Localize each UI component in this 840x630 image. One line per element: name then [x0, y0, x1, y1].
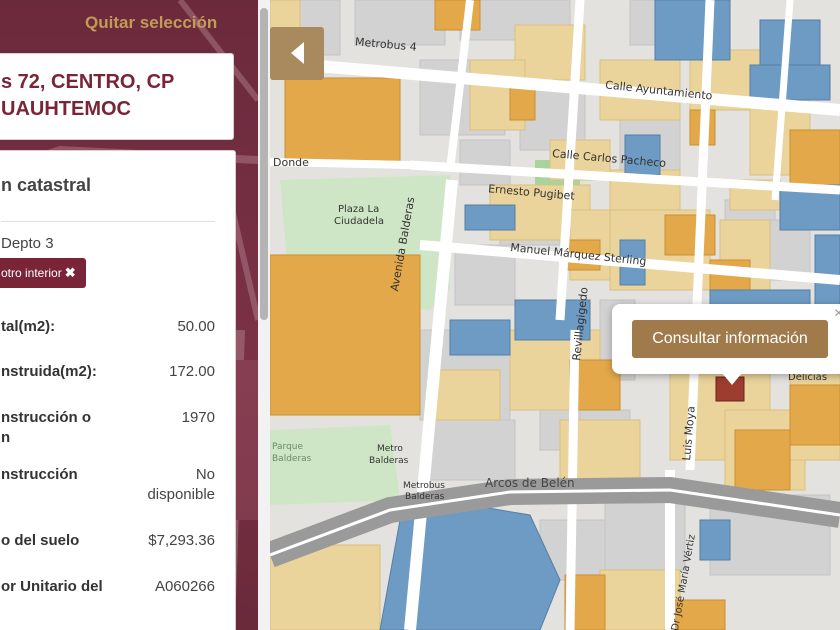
park-balderas	[270, 425, 400, 505]
row-value-construction-year: 1970	[181, 409, 215, 426]
side-panel: Quitar selección s 72, CENTRO, CP UAUHTE…	[0, 0, 258, 630]
parcel-popup: Consultar información ×	[612, 304, 840, 374]
unit-label: Depto 3	[1, 235, 54, 252]
scrollbar-thumb[interactable]	[260, 8, 268, 320]
panel-scrollbar[interactable]	[258, 0, 270, 630]
row-value-unit-value: A060266	[154, 578, 215, 595]
row-value-construction-2: disponible	[147, 486, 215, 503]
cadastral-info-card: n catastral Depto 3 otro interior ✖ tal(m…	[0, 150, 236, 630]
address-line-1: s 72, CENTRO, CP	[1, 71, 175, 93]
chevron-left-icon	[291, 42, 304, 64]
row-label-area-total: tal(m2):	[1, 318, 56, 335]
filter-tag[interactable]: otro interior ✖	[0, 258, 86, 288]
filter-tag-label: otro interior	[1, 266, 62, 280]
row-label-construction-year: nstrucción o	[1, 409, 92, 426]
close-icon[interactable]: ×	[834, 305, 840, 323]
row-value-land-value: $7,293.36	[148, 532, 215, 549]
divider	[1, 221, 215, 222]
clear-selection-link[interactable]: Quitar selección	[85, 13, 217, 33]
collapse-panel-button[interactable]	[270, 27, 324, 80]
row-label-construction-year-2: n	[1, 429, 11, 446]
row-label-construction: nstrucción	[1, 466, 78, 483]
row-label-area-built: nstruida(m2):	[1, 363, 97, 380]
app: Quitar selección s 72, CENTRO, CP UAUHTE…	[0, 0, 840, 630]
address-line-2: UAUHTEMOC	[1, 98, 131, 120]
info-title: n catastral	[1, 175, 92, 195]
row-label-unit-value: or Unitario del	[1, 578, 103, 595]
consult-info-button[interactable]: Consultar información	[632, 320, 828, 358]
row-value-construction-1: No	[195, 466, 215, 483]
address-card: s 72, CENTRO, CP UAUHTEMOC	[0, 53, 234, 140]
row-value-area-built: 172.00	[169, 363, 215, 380]
row-label-land-value: o del suelo	[1, 532, 80, 549]
popup-pointer	[722, 373, 742, 385]
row-value-area-total: 50.00	[177, 318, 215, 335]
close-icon[interactable]: ✖	[65, 265, 76, 280]
